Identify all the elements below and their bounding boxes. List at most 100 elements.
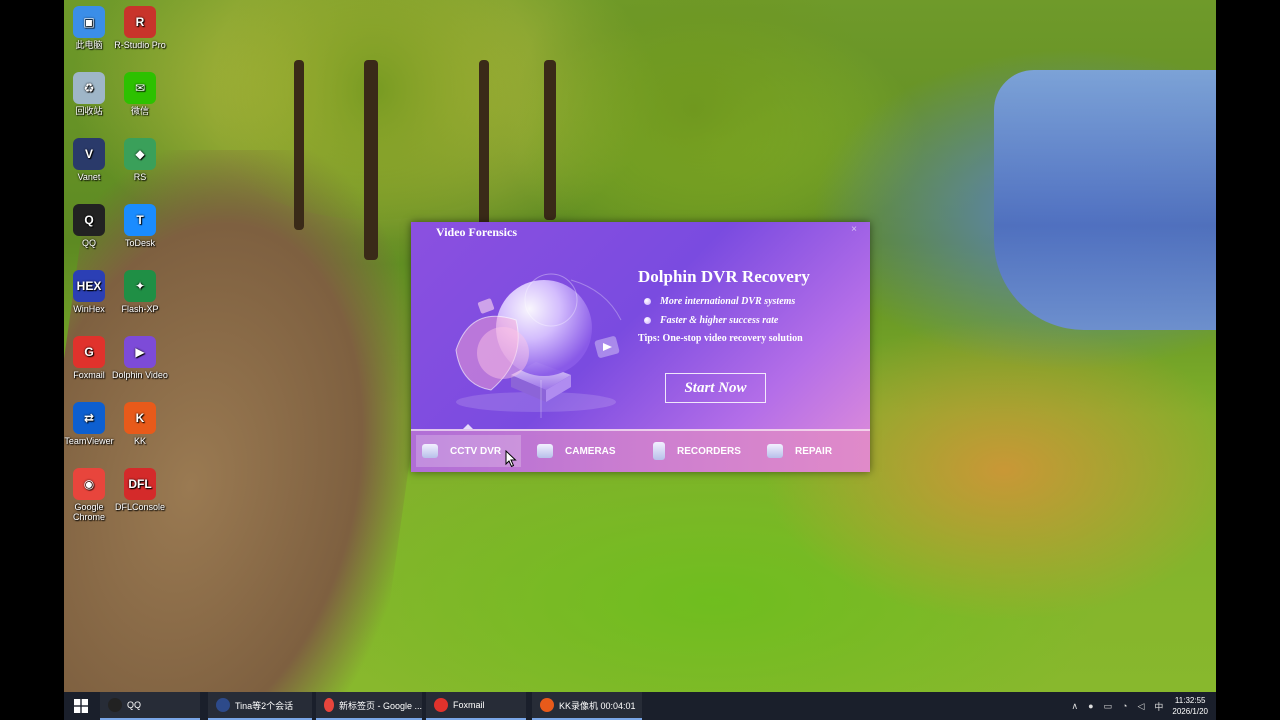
shortcut-label: Google Chrome <box>72 502 105 522</box>
desktop-shortcut[interactable]: ⇄ TeamViewer <box>64 402 117 446</box>
wallpaper-trunk <box>364 60 378 260</box>
ime-indicator[interactable]: 中 <box>1154 700 1163 713</box>
kk-icon: K <box>124 402 156 434</box>
chrome-icon: ◉ <box>73 468 105 500</box>
desktop-shortcut[interactable]: K KK <box>112 402 168 446</box>
taskbar-app[interactable]: Tina等2个会话 <box>208 692 312 720</box>
feature-text: Faster & higher success rate <box>660 315 779 326</box>
shortcut-label: KK <box>133 436 146 446</box>
nav-label: REPAIR <box>795 445 833 457</box>
tips-text: Tips: One-stop video recovery solution <box>638 333 803 344</box>
battery-icon[interactable]: ▭ <box>1104 701 1113 712</box>
shortcut-label: Flash-XP <box>121 304 159 314</box>
shortcut-label: R-Studio Pro <box>114 40 166 50</box>
nav-label: CAMERAS <box>565 445 616 457</box>
wallpaper-trunk <box>479 60 489 240</box>
dflconsole-icon: DFL <box>124 468 156 500</box>
taskbar-app-label: Foxmail <box>453 700 485 710</box>
nav-repair[interactable]: REPAIR <box>761 435 861 467</box>
shortcut-label: 微信 <box>130 106 149 116</box>
shortcut-label: DFLConsole <box>114 502 166 512</box>
taskbar-app[interactable]: KK录像机 00:04:01 <box>532 692 642 720</box>
todesk-icon: T <box>124 204 156 236</box>
bullet-icon <box>644 298 651 305</box>
tray-overflow-icon[interactable]: ∧ <box>1071 701 1078 712</box>
repair-icon <box>767 444 783 458</box>
chat-icon <box>216 698 230 712</box>
desktop-shortcut[interactable]: R R-Studio Pro <box>112 6 168 50</box>
desktop-shortcut[interactable]: ✉ 微信 <box>112 72 168 116</box>
feature-item: Faster & higher success rate <box>644 315 778 326</box>
kk-icon <box>540 698 554 712</box>
taskbar-app-label: QQ <box>127 700 142 710</box>
desktop-shortcut[interactable]: V Vanet <box>64 138 117 182</box>
foxmail-icon <box>434 698 448 712</box>
microphone-icon[interactable]: ● <box>1088 701 1093 711</box>
vanet-icon: V <box>73 138 105 170</box>
camera-icon <box>537 444 553 458</box>
desktop-shortcut[interactable]: ◉ Google Chrome <box>64 468 117 522</box>
wallpaper-trunk <box>294 60 304 230</box>
shortcut-label: Vanet <box>77 172 101 182</box>
taskbar-app-label: KK录像机 00:04:01 <box>559 700 636 711</box>
hero-illustration <box>455 273 622 418</box>
clock-time: 11:32:55 <box>1174 696 1206 705</box>
rs-icon: ◆ <box>124 138 156 170</box>
start-now-button[interactable]: Start Now <box>665 373 766 403</box>
nav-label: RECORDERS <box>677 445 741 457</box>
wallpaper-lake <box>994 70 1216 330</box>
letterbox-left <box>0 0 64 720</box>
winhex-icon: HEX <box>73 270 105 302</box>
desktop-shortcut[interactable]: ✦ Flash-XP <box>112 270 168 314</box>
close-button[interactable]: × <box>846 224 862 236</box>
shortcut-label: QQ <box>81 238 96 248</box>
feature-text: More international DVR systems <box>660 296 796 307</box>
taskbar: QQ Tina等2个会话 新标签页 - Google ... Foxmail KK录像机… <box>64 692 1216 720</box>
nav-recorders[interactable]: RECORDERS <box>647 435 757 467</box>
wallpaper-trunk <box>544 60 556 220</box>
taskbar-app[interactable]: 新标签页 - Google ... <box>316 692 422 720</box>
desktop-shortcut[interactable]: ◆ RS <box>112 138 168 182</box>
taskbar-app[interactable]: Foxmail <box>426 692 526 720</box>
teamviewer-icon: ⇄ <box>73 402 105 434</box>
shortcut-label: RS <box>133 172 147 182</box>
desktop-shortcut[interactable]: ♻ 回收站 <box>64 72 117 116</box>
windows-start-icon[interactable] <box>74 699 88 713</box>
nav-pointer-icon <box>463 424 473 429</box>
wifi-icon[interactable]: ◔ <box>1122 701 1127 711</box>
cctv-dvr-icon <box>422 444 438 458</box>
desktop-shortcut[interactable]: G Foxmail <box>64 336 117 380</box>
clock-date: 2026/1/20 <box>1172 707 1208 716</box>
recycle-bin-icon: ♻ <box>73 72 105 104</box>
rstudio-icon: R <box>124 6 156 38</box>
nav-cameras[interactable]: CAMERAS <box>531 435 636 467</box>
nav-label: CCTV DVR <box>450 445 502 457</box>
shortcut-label: ToDesk <box>124 238 155 248</box>
desktop-shortcut[interactable]: Q QQ <box>64 204 117 248</box>
desktop-shortcut[interactable]: ▶ Dolphin Video <box>112 336 168 380</box>
computer-icon: ▣ <box>73 6 105 38</box>
qq-icon <box>108 698 122 712</box>
foxmail-icon: G <box>73 336 105 368</box>
shortcut-label: Foxmail <box>73 370 105 380</box>
taskbar-app-label: 新标签页 - Google ... <box>338 700 422 711</box>
desktop-shortcut[interactable]: ▣ 此电脑 <box>64 6 117 50</box>
shortcut-label: TeamViewer <box>64 436 114 446</box>
flash-xp-icon: ✦ <box>124 270 156 302</box>
desktop-shortcut[interactable]: T ToDesk <box>112 204 168 248</box>
category-nav: CCTV DVR CAMERAS RECORDERS REPAIR <box>411 424 870 472</box>
clock[interactable]: 11:32:55 2026/1/20 <box>1172 695 1208 717</box>
desktop-shortcut[interactable]: HEX WinHex <box>64 270 117 314</box>
taskbar-app[interactable]: QQ <box>100 692 200 720</box>
desktop-shortcut[interactable]: DFL DFLConsole <box>112 468 168 512</box>
recorder-icon <box>653 442 665 460</box>
feature-item: More international DVR systems <box>644 296 795 307</box>
video-forensics-window[interactable]: Video Forensics × Dolphin DVR Recovery M… <box>411 222 870 472</box>
product-headline: Dolphin DVR Recovery <box>638 267 810 286</box>
window-title: Video Forensics <box>436 225 517 239</box>
chrome-icon <box>324 698 334 712</box>
wechat-icon: ✉ <box>124 72 156 104</box>
volume-icon[interactable]: ◁ <box>1137 701 1144 712</box>
taskbar-app-label: Tina等2个会话 <box>235 700 294 711</box>
letterbox-right <box>1216 0 1280 720</box>
